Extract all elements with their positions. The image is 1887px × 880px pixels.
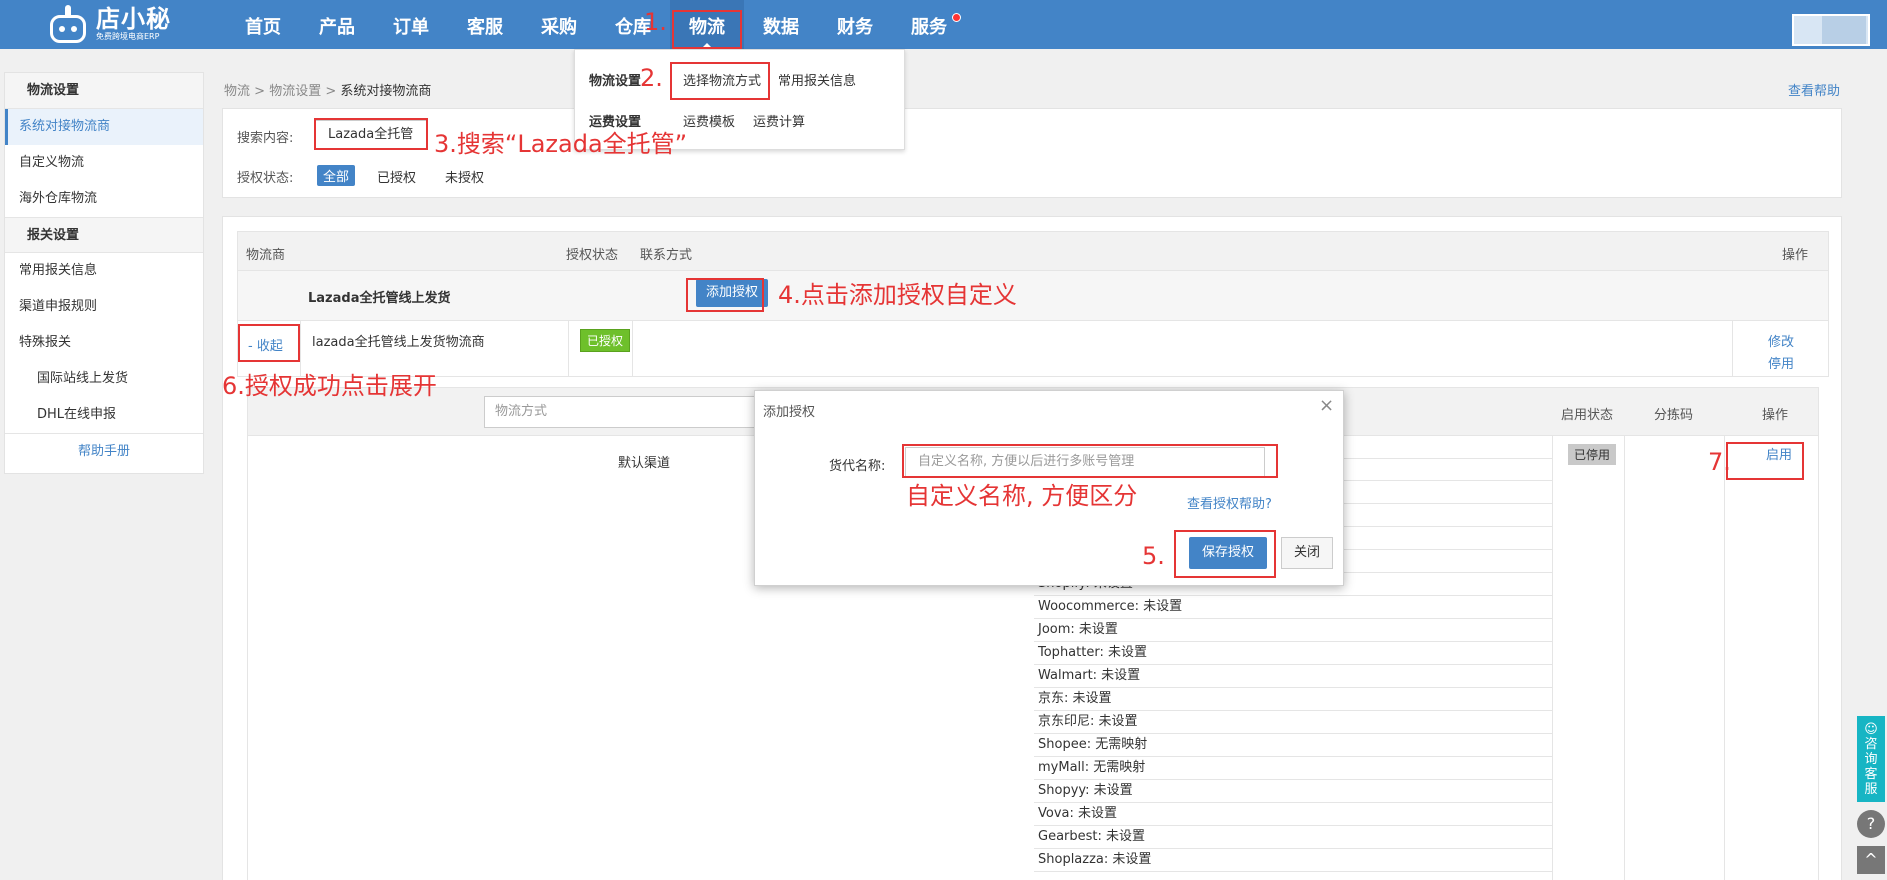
list-item: 京东: 未设置 (1034, 688, 1552, 711)
annotation-step6: 6.授权成功点击展开 (222, 372, 437, 400)
sidebar-item-custom-logistics[interactable]: 自定义物流 (5, 145, 203, 181)
left-sidebar: 物流设置 系统对接物流商 自定义物流 海外仓库物流 报关设置 常用报关信息 渠道… (4, 72, 204, 474)
sidebar-item-intl-station[interactable]: 国际站线上发货 (5, 361, 203, 397)
sidebar-item-overseas-warehouse[interactable]: 海外仓库物流 (5, 181, 203, 217)
nav-services[interactable]: 服务 (892, 0, 966, 49)
help-manual-link[interactable]: 帮助手册 (5, 433, 203, 469)
col-sort-code: 分拣码 (1654, 408, 1694, 423)
default-channel: 默认渠道 (618, 456, 671, 471)
enable-link[interactable]: 启用 (1766, 444, 1792, 463)
list-item: Gearbest: 未设置 (1034, 826, 1552, 849)
nav-data[interactable]: 数据 (744, 0, 818, 49)
col-enable-status: 启用状态 (1561, 408, 1614, 423)
table-row: - 收起 lazada全托管线上发货物流商 已授权 修改 停用 (237, 321, 1829, 377)
edit-link[interactable]: 修改 (1768, 331, 1794, 350)
annotation-step4: 4.点击添加授权自定义 (778, 281, 1017, 309)
menu-item-customs-info[interactable]: 常用报关信息 (778, 70, 856, 89)
notification-dot (952, 13, 961, 22)
sidebar-item-declare-rules[interactable]: 渠道申报规则 (5, 289, 203, 325)
sidebar-item-special-customs[interactable]: 特殊报关 (5, 325, 203, 361)
list-item: Woocommerce: 未设置 (1034, 596, 1552, 619)
shipping-method-input[interactable]: 物流方式 (484, 396, 784, 428)
list-item: Joom: 未设置 (1034, 619, 1552, 642)
menu-item-select-method[interactable]: 选择物流方式 (683, 70, 761, 89)
list-item: Vova: 未设置 (1034, 803, 1552, 826)
menu-group-freight: 运费设置 (589, 115, 642, 130)
logo[interactable]: 店小秘 免费跨境电商ERP (46, 2, 176, 46)
auth-status-label: 授权状态: (237, 171, 294, 186)
list-item: 京东印尼: 未设置 (1034, 711, 1552, 734)
search-input[interactable]: Lazada全托管 (315, 120, 427, 150)
annotation-step5: 5. (1142, 542, 1165, 570)
list-item: Shopyy: 未设置 (1034, 780, 1552, 803)
group-title: Lazada全托管线上发货 (308, 291, 451, 306)
nav-products[interactable]: 产品 (300, 0, 374, 49)
menu-group-logistics: 物流设置 (589, 74, 642, 89)
nav-home[interactable]: 首页 (226, 0, 300, 49)
agent-name-input[interactable]: 自定义名称, 方便以后进行多账号管理 (905, 447, 1265, 477)
col-ops: 操作 (1782, 248, 1809, 263)
menu-item-freight-template[interactable]: 运费模板 (683, 111, 735, 130)
col-provider: 物流商 (246, 248, 286, 263)
annotation-step7: 7. (1708, 448, 1731, 476)
filter-all[interactable]: 全部 (317, 165, 356, 186)
filter-unauthorized[interactable]: 未授权 (445, 167, 484, 186)
annotation-note: 自定义名称, 方便区分 (906, 482, 1138, 510)
col-sub-ops: 操作 (1762, 408, 1789, 423)
breadcrumb: 物流 > 物流设置 > 系统对接物流商 (224, 84, 432, 99)
save-auth-button[interactable]: 保存授权 (1189, 537, 1267, 569)
nav-orders[interactable]: 订单 (374, 0, 448, 49)
sidebar-item-dhl-declare[interactable]: DHL在线申报 (5, 397, 203, 433)
carrier-name: lazada全托管线上发货物流商 (312, 335, 485, 350)
sidebar-item-system-carriers[interactable]: 系统对接物流商 (5, 109, 203, 145)
add-auth-button[interactable]: 添加授权 (696, 279, 769, 307)
filter-authorized[interactable]: 已授权 (377, 167, 416, 186)
logo-subtext: 免费跨境电商ERP (96, 32, 160, 41)
sidebar-heading-logistics: 物流设置 (5, 73, 203, 109)
nav-logistics[interactable]: 物流 (670, 0, 744, 49)
col-contact: 联系方式 (640, 248, 693, 263)
disable-link[interactable]: 停用 (1768, 353, 1794, 372)
customer-service-float-button[interactable]: ☺ 咨询客服 (1857, 716, 1885, 802)
back-to-top-icon[interactable]: ^ (1857, 846, 1885, 874)
authorized-badge: 已授权 (580, 329, 631, 352)
top-navbar: 店小秘 免费跨境电商ERP 首页 产品 订单 客服 采购 仓库 物流 数据 财务… (0, 0, 1887, 49)
user-avatar[interactable] (1792, 14, 1870, 46)
carrier-group-row: Lazada全托管线上发货 添加授权 (237, 271, 1829, 321)
list-item: Shoplazza: 未设置 (1034, 849, 1552, 872)
nav-purchasing[interactable]: 采购 (522, 0, 596, 49)
list-item: myMall: 无需映射 (1034, 757, 1552, 780)
list-item: Walmart: 未设置 (1034, 665, 1552, 688)
breadcrumb-current: 系统对接物流商 (340, 84, 432, 99)
chat-icon: ☺ (1864, 722, 1878, 737)
view-help-link[interactable]: 查看帮助 (1788, 80, 1840, 99)
nav-customer-service[interactable]: 客服 (448, 0, 522, 49)
breadcrumb-logistics[interactable]: 物流 (224, 84, 250, 99)
collapse-toggle[interactable]: - 收起 (248, 335, 283, 354)
close-button[interactable]: 关闭 (1281, 537, 1333, 569)
table-header: 物流商 授权状态 联系方式 操作 (237, 231, 1829, 271)
modal-title: 添加授权 (763, 405, 816, 420)
auth-help-link[interactable]: 查看授权帮助? (1187, 493, 1272, 512)
nav-finance[interactable]: 财务 (818, 0, 892, 49)
logo-text: 店小秘 (96, 5, 171, 33)
breadcrumb-settings[interactable]: 物流设置 (269, 84, 321, 99)
search-label: 搜索内容: (237, 131, 294, 146)
disabled-status-badge: 已停用 (1568, 444, 1617, 465)
sidebar-heading-customs: 报关设置 (5, 217, 203, 253)
help-circle-icon[interactable]: ? (1857, 810, 1885, 838)
annotation-step1: 1. (644, 8, 667, 36)
close-icon[interactable]: × (1319, 395, 1334, 416)
robot-logo-icon (46, 5, 90, 43)
annotation-step2: 2. (640, 64, 663, 92)
annotation-step3: 3.搜索“Lazada全托管” (434, 130, 688, 158)
col-auth-status: 授权状态 (566, 248, 619, 263)
list-item: Tophatter: 未设置 (1034, 642, 1552, 665)
list-item: Shopee: 无需映射 (1034, 734, 1552, 757)
main-nav: 首页 产品 订单 客服 采购 仓库 物流 数据 财务 服务 (226, 0, 966, 49)
sidebar-item-customs-info[interactable]: 常用报关信息 (5, 253, 203, 289)
agent-name-label: 货代名称: (829, 459, 886, 474)
menu-item-freight-calc[interactable]: 运费计算 (753, 111, 805, 130)
